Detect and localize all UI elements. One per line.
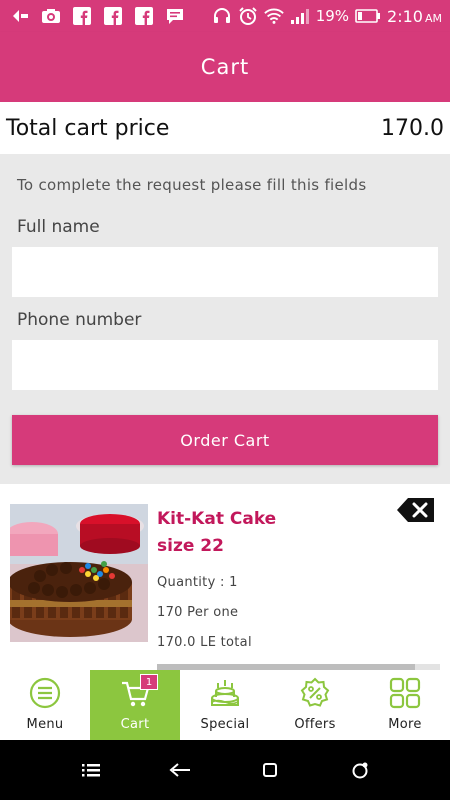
- facebook-icon: [134, 6, 154, 26]
- app-bar: Cart: [0, 32, 450, 102]
- cart-total-label: Total cart price: [6, 115, 170, 141]
- notification-icons: [10, 6, 185, 26]
- cart-total-row: Total cart price 170.0: [0, 102, 450, 154]
- facebook-icon: [103, 6, 123, 26]
- bottom-navigation: Menu 1 Cart Special Offers More: [0, 670, 450, 740]
- cake-icon: [208, 676, 242, 710]
- nav-label-cart: Cart: [120, 717, 150, 732]
- nav-label-menu: Menu: [26, 717, 64, 732]
- headset-icon: [212, 6, 232, 26]
- recents-menu-icon[interactable]: [78, 758, 104, 782]
- percent-badge-icon: [298, 676, 332, 710]
- grid-icon: [388, 676, 422, 710]
- item-total: 170.0 LE total: [157, 635, 252, 650]
- nav-label-special: Special: [200, 717, 250, 732]
- alarm-icon: [238, 6, 258, 26]
- overview-icon[interactable]: [347, 758, 373, 782]
- menu-icon: [28, 676, 62, 710]
- cake-photo: [10, 504, 148, 642]
- nav-item-more[interactable]: More: [360, 670, 450, 740]
- cart-item: Kit-Kat Cake size 22 Quantity : 1 170 Pe…: [0, 484, 450, 670]
- nav-label-offers: Offers: [294, 717, 336, 732]
- full-name-input[interactable]: [12, 247, 438, 297]
- clock: 2:10 AM: [387, 7, 442, 26]
- back-icon[interactable]: [167, 758, 193, 782]
- facebook-icon: [72, 6, 92, 26]
- nav-item-offers[interactable]: Offers: [270, 670, 360, 740]
- system-status: 19% 2:10 AM: [212, 0, 442, 32]
- usb-debug-icon: [10, 6, 30, 26]
- phone-number-input[interactable]: [12, 340, 438, 390]
- wifi-icon: [263, 6, 284, 26]
- clock-ampm: AM: [424, 11, 442, 25]
- home-icon[interactable]: [257, 758, 283, 782]
- item-name: Kit-Kat Cake: [157, 509, 277, 529]
- message-icon: [165, 6, 185, 26]
- battery-percent: 19%: [315, 7, 350, 25]
- nav-item-cart[interactable]: 1 Cart: [90, 670, 180, 740]
- nav-label-more: More: [388, 717, 422, 732]
- battery-icon: [355, 6, 381, 26]
- cart-icon: 1: [118, 674, 158, 710]
- order-form: To complete the request please fill this…: [0, 154, 450, 484]
- camera-icon: [41, 6, 61, 26]
- clock-time: 2:10: [387, 6, 423, 26]
- order-cart-button[interactable]: Order Cart: [12, 415, 438, 465]
- phone-number-label: Phone number: [17, 310, 142, 330]
- status-bar: 19% 2:10 AM: [0, 0, 450, 32]
- signal-icon: [290, 6, 310, 26]
- item-quantity: Quantity : 1: [157, 575, 238, 590]
- form-hint: To complete the request please fill this…: [17, 176, 367, 194]
- page-title: Cart: [200, 55, 250, 79]
- cart-total-value: 170.0: [381, 115, 444, 141]
- nav-item-special[interactable]: Special: [180, 670, 270, 740]
- item-unit-price: 170 Per one: [157, 605, 239, 620]
- system-navigation-bar: [0, 740, 450, 800]
- nav-item-menu[interactable]: Menu: [0, 670, 90, 740]
- cart-count-badge: 1: [140, 674, 158, 690]
- full-name-label: Full name: [17, 217, 100, 237]
- remove-item-button[interactable]: [396, 496, 436, 524]
- item-size: size 22: [157, 536, 224, 556]
